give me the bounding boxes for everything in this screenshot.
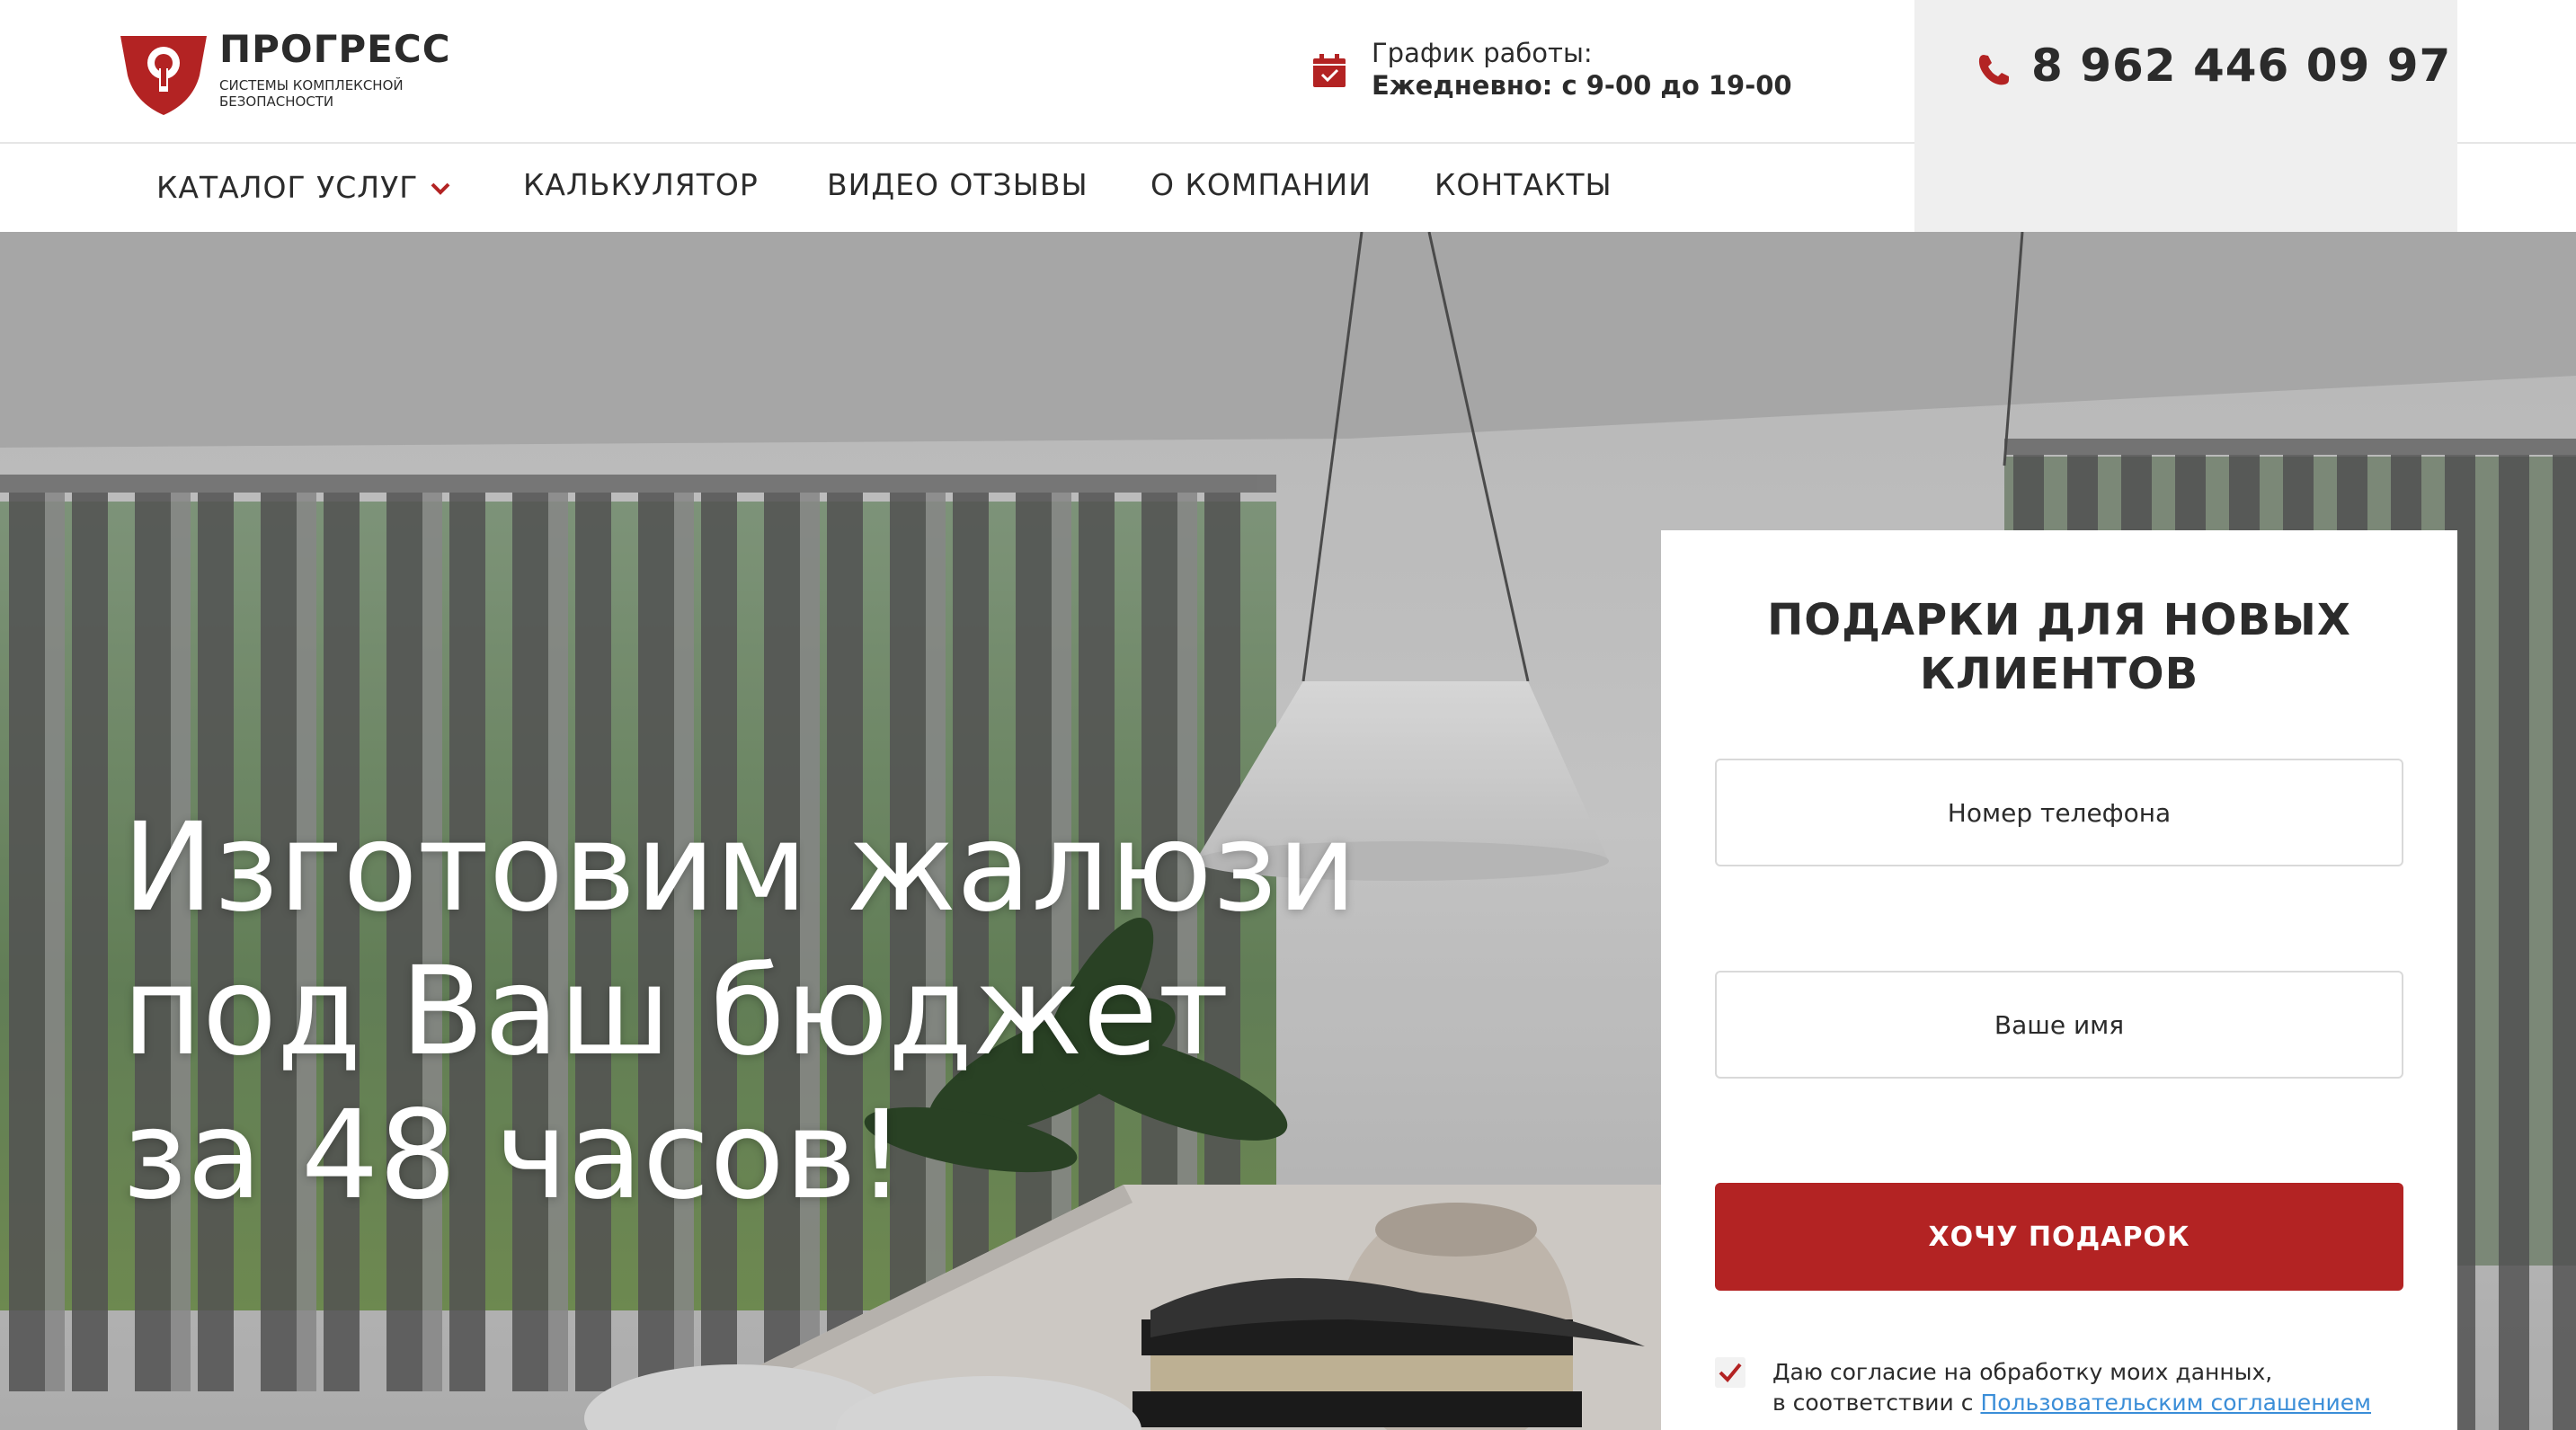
- consent-checkbox[interactable]: [1715, 1357, 1745, 1388]
- nav-item-about[interactable]: О КОМПАНИИ: [1150, 167, 1372, 209]
- phone-icon: [1978, 55, 2009, 85]
- brand-logo[interactable]: ПРОГРЕСС СИСТЕМЫ КОМПЛЕКСНОЙ БЕЗОПАСНОСТ…: [119, 27, 478, 117]
- main-nav: КАТАЛОГ УСЛУГ КАЛЬКУЛЯТОР ВИДЕО ОТЗЫВЫ О…: [0, 144, 1914, 232]
- user-agreement-link[interactable]: Пользовательским соглашением: [1980, 1390, 2371, 1416]
- gift-form-title: ПОДАРКИ ДЛЯ НОВЫХ КЛИЕНТОВ: [1767, 595, 2351, 699]
- hero-title: Изготовим жалюзи под Ваш бюджет за 48 ча…: [122, 797, 1357, 1227]
- brand-name: ПРОГРЕСС: [219, 27, 451, 71]
- nav-item-video-reviews[interactable]: ВИДЕО ОТЗЫВЫ: [827, 167, 1088, 209]
- nav-item-label: КАТАЛОГ УСЛУГ: [156, 170, 419, 205]
- chevron-down-icon: [431, 167, 450, 202]
- consent-line2-prefix: в соответствии с: [1772, 1390, 1974, 1416]
- phone-number[interactable]: 8 962 446 09 97: [2031, 40, 2451, 92]
- brand-tagline: СИСТЕМЫ КОМПЛЕКСНОЙ БЕЗОПАСНОСТИ: [219, 77, 404, 110]
- shield-keyhole-icon: [120, 36, 207, 115]
- nav-item-catalog[interactable]: КАТАЛОГ УСЛУГ: [156, 167, 450, 209]
- nav-item-calculator[interactable]: КАЛЬКУЛЯТОР: [523, 167, 759, 209]
- schedule-hours: Ежедневно: с 9-00 до 19-00: [1372, 70, 1792, 101]
- schedule-label: График работы:: [1372, 38, 1593, 68]
- nav-item-label: О КОМПАНИИ: [1150, 167, 1372, 202]
- nav-item-label: КАЛЬКУЛЯТОР: [523, 167, 759, 202]
- calendar-icon: [1313, 54, 1346, 87]
- phone-input[interactable]: [1715, 759, 2403, 866]
- nav-item-label: ВИДЕО ОТЗЫВЫ: [827, 167, 1088, 202]
- get-gift-button[interactable]: ХОЧУ ПОДАРОК: [1715, 1183, 2403, 1291]
- gift-form: ПОДАРКИ ДЛЯ НОВЫХ КЛИЕНТОВ ХОЧУ ПОДАРОК …: [1661, 530, 2457, 1430]
- nav-item-contacts[interactable]: КОНТАКТЫ: [1435, 167, 1612, 209]
- nav-item-label: КОНТАКТЫ: [1435, 167, 1612, 202]
- consent-text: Даю согласие на обработку моих данных, в…: [1772, 1357, 2420, 1418]
- phone-panel: 8 962 446 09 97: [1914, 0, 2457, 232]
- consent-line1: Даю согласие на обработку моих данных,: [1772, 1359, 2273, 1385]
- name-input[interactable]: [1715, 971, 2403, 1079]
- checkmark-icon: [1719, 1363, 1742, 1382]
